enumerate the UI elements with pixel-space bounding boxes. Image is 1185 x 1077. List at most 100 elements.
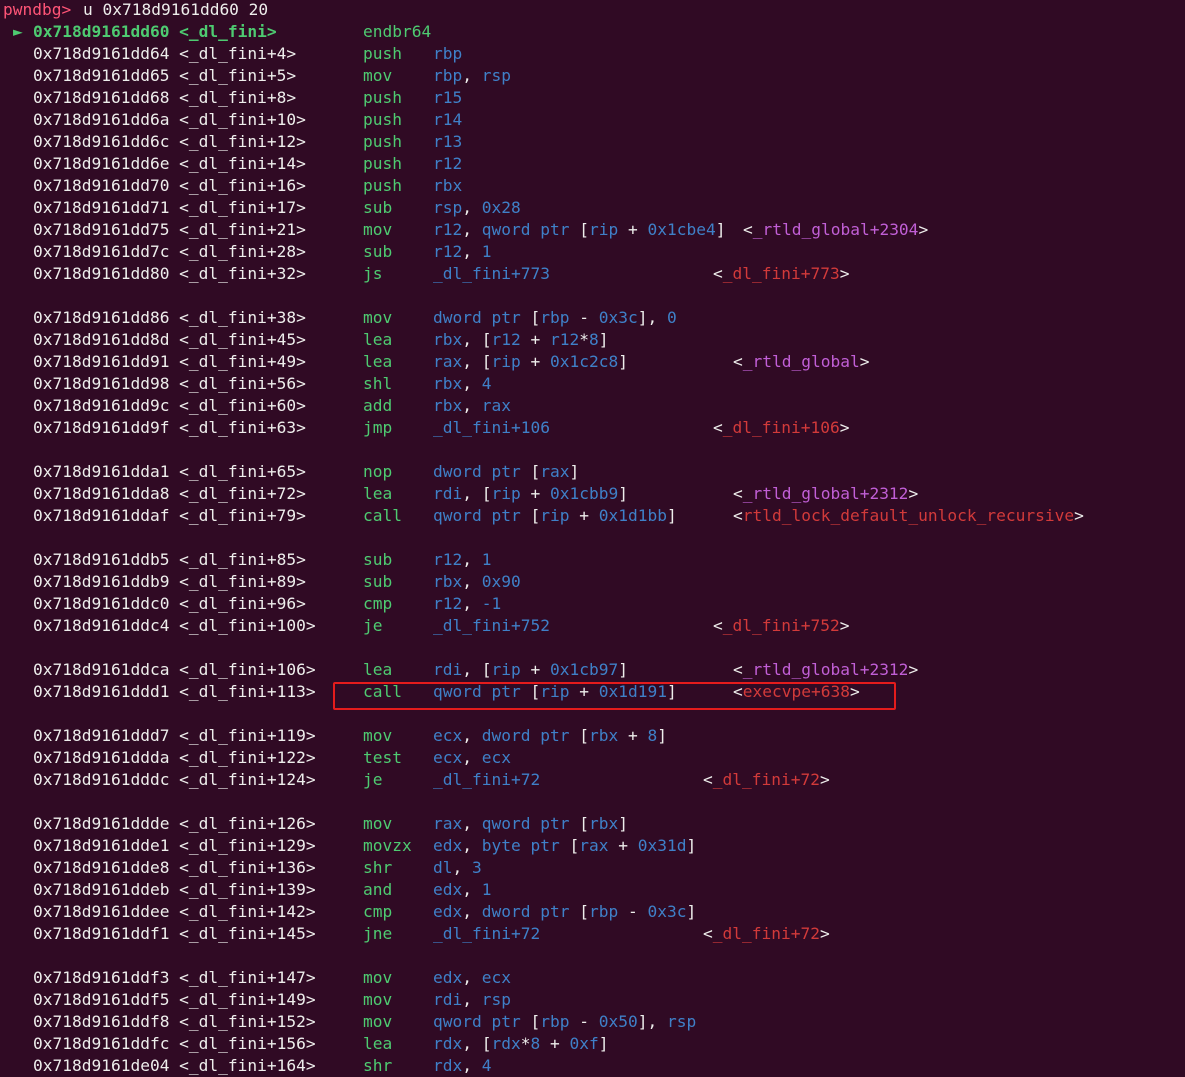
instruction-address: 0x718d9161ddb5 <_dl_fini+85> — [33, 550, 306, 569]
command-text: u 0x718d9161dd60 20 — [83, 0, 269, 19]
disasm-line: 0x718d9161ddda <_dl_fini+122> test ecx, ec… — [0, 747, 1185, 769]
instruction-address: 0x718d9161ddca <_dl_fini+106> — [33, 660, 316, 679]
disasm-line: 0x718d9161dd71 <_dl_fini+17> sub rsp, 0x28 — [0, 197, 1185, 219]
symbol-annotation: <_dl_fini+106> — [713, 418, 850, 437]
instruction-mnemonic: jne — [363, 924, 393, 943]
instruction-mnemonic: mov — [363, 1012, 393, 1031]
symbol-annotation: <_dl_fini+752> — [713, 616, 850, 635]
instruction-mnemonic: je — [363, 770, 383, 789]
symbol-annotation: <_rtld_global> — [733, 352, 870, 371]
disasm-line: 0x718d9161dda1 <_dl_fini+65> nop dword ptr… — [0, 461, 1185, 483]
instruction-operands: edx, 1 — [433, 880, 492, 899]
instruction-operands: rdx, [rdx*8 + 0xf] — [433, 1034, 609, 1053]
instruction-mnemonic: push — [363, 44, 402, 63]
instruction-address: 0x718d9161dd6c <_dl_fini+12> — [33, 132, 306, 151]
instruction-address: 0x718d9161dddc <_dl_fini+124> — [33, 770, 316, 789]
disasm-line: 0x718d9161ddf5 <_dl_fini+149> mov rdi, rsp — [0, 989, 1185, 1011]
disasm-line: 0x718d9161ddb9 <_dl_fini+89> sub rbx, 0x90 — [0, 571, 1185, 593]
instruction-operands: rdi, [rip + 0x1cbb9] — [433, 484, 628, 503]
instruction-address: 0x718d9161dd70 <_dl_fini+16> — [33, 176, 306, 195]
instruction-operands: r12, 1 — [433, 550, 492, 569]
current-instruction-arrow-icon: ► — [13, 22, 23, 41]
instruction-operands: _dl_fini+72 — [433, 770, 541, 789]
instruction-operands: rbx, 4 — [433, 374, 492, 393]
instruction-address: 0x718d9161ddda <_dl_fini+122> — [33, 748, 316, 767]
instruction-mnemonic: lea — [363, 330, 393, 349]
instruction-operands: rbp, rsp — [433, 66, 511, 85]
instruction-mnemonic: push — [363, 176, 402, 195]
instruction-operands: edx, byte ptr [rax + 0x31d] — [433, 836, 697, 855]
instruction-operands: ecx, dword ptr [rbx + 8] — [433, 726, 667, 745]
disasm-line: 0x718d9161ddb5 <_dl_fini+85> sub r12, 1 — [0, 549, 1185, 571]
instruction-operands: r12, qword ptr [rip + 0x1cbe4] — [433, 220, 726, 239]
instruction-address: 0x718d9161dd68 <_dl_fini+8> — [33, 88, 297, 107]
disasm-line: 0x718d9161dd65 <_dl_fini+5> mov rbp, rsp — [0, 65, 1185, 87]
instruction-mnemonic: test — [363, 748, 402, 767]
instruction-operands: rbx, 0x90 — [433, 572, 521, 591]
instruction-mnemonic: push — [363, 154, 402, 173]
instruction-address: 0x718d9161dd7c <_dl_fini+28> — [33, 242, 306, 261]
instruction-mnemonic: sub — [363, 550, 393, 569]
disasm-line: 0x718d9161ddeb <_dl_fini+139> and edx, 1 — [0, 879, 1185, 901]
instruction-address: 0x718d9161dd65 <_dl_fini+5> — [33, 66, 297, 85]
instruction-address: 0x718d9161ddd7 <_dl_fini+119> — [33, 726, 316, 745]
instruction-address: 0x718d9161dde1 <_dl_fini+129> — [33, 836, 316, 855]
disasm-line: 0x718d9161dde1 <_dl_fini+129> movzx edx, b… — [0, 835, 1185, 857]
disasm-line: 0x718d9161dde8 <_dl_fini+136> shr dl, 3 — [0, 857, 1185, 879]
disasm-line: 0x718d9161ddf3 <_dl_fini+147> mov edx, ecx — [0, 967, 1185, 989]
instruction-mnemonic: jmp — [363, 418, 393, 437]
disasm-line: 0x718d9161dda8 <_dl_fini+72> lea rdi, [rip… — [0, 483, 1185, 505]
symbol-annotation: <_dl_fini+72> — [703, 924, 830, 943]
instruction-operands: r13 — [433, 132, 463, 151]
instruction-operands: rbx, rax — [433, 396, 511, 415]
disasm-line: 0x718d9161dd80 <_dl_fini+32> js _dl_fini+7… — [0, 263, 1185, 285]
instruction-operands: dword ptr [rbp - 0x3c], 0 — [433, 308, 677, 327]
disasm-line: 0x718d9161dd75 <_dl_fini+21> mov r12, qwor… — [0, 219, 1185, 241]
instruction-address: 0x718d9161ddc4 <_dl_fini+100> — [33, 616, 316, 635]
instruction-address: 0x718d9161dd86 <_dl_fini+38> — [33, 308, 306, 327]
disasm-line: 0x718d9161ddfc <_dl_fini+156> lea rdx, [rd… — [0, 1033, 1185, 1055]
symbol-annotation: <_rtld_global+2312> — [733, 484, 919, 503]
instruction-operands: edx, dword ptr [rbp - 0x3c] — [433, 902, 697, 921]
instruction-operands: rbx — [433, 176, 463, 195]
instruction-address: 0x718d9161dd71 <_dl_fini+17> — [33, 198, 306, 217]
instruction-address: 0x718d9161dd9c <_dl_fini+60> — [33, 396, 306, 415]
instruction-mnemonic: lea — [363, 484, 393, 503]
instruction-mnemonic: endbr64 — [363, 22, 432, 41]
disasm-line: 0x718d9161dd8d <_dl_fini+45> lea rbx, [r12… — [0, 329, 1185, 351]
instruction-operands: r12, -1 — [433, 594, 502, 613]
instruction-operands: rbp — [433, 44, 463, 63]
instruction-operands: rax, qword ptr [rbx] — [433, 814, 628, 833]
instruction-mnemonic: je — [363, 616, 383, 635]
instruction-address: 0x718d9161ddf5 <_dl_fini+149> — [33, 990, 316, 1009]
instruction-mnemonic: mov — [363, 990, 393, 1009]
instruction-operands: ecx, ecx — [433, 748, 511, 767]
disasm-line: 0x718d9161dd98 <_dl_fini+56> shl rbx, 4 — [0, 373, 1185, 395]
disasm-line: 0x718d9161ddf1 <_dl_fini+145> jne _dl_fini… — [0, 923, 1185, 945]
instruction-mnemonic: mov — [363, 726, 393, 745]
instruction-mnemonic: cmp — [363, 594, 393, 613]
instruction-address: 0x718d9161dd75 <_dl_fini+21> — [33, 220, 306, 239]
instruction-mnemonic: push — [363, 110, 402, 129]
disasm-line: 0x718d9161dd70 <_dl_fini+16> push rbx — [0, 175, 1185, 197]
instruction-operands: rbx, [r12 + r12*8] — [433, 330, 609, 349]
disasm-line: ► 0x718d9161dd60 <_dl_fini> endbr64 — [0, 21, 1185, 43]
instruction-operands: _dl_fini+773 — [433, 264, 550, 283]
instruction-mnemonic: lea — [363, 660, 393, 679]
instruction-address: 0x718d9161dda1 <_dl_fini+65> — [33, 462, 306, 481]
instruction-operands: dl, 3 — [433, 858, 482, 877]
instruction-operands: _dl_fini+752 — [433, 616, 550, 635]
symbol-annotation: <_dl_fini+72> — [703, 770, 830, 789]
instruction-mnemonic: lea — [363, 1034, 393, 1053]
instruction-address: 0x718d9161dde8 <_dl_fini+136> — [33, 858, 316, 877]
instruction-address: 0x718d9161ddd1 <_dl_fini+113> — [33, 682, 316, 701]
highlight-box — [333, 682, 896, 710]
instruction-mnemonic: nop — [363, 462, 393, 481]
disasm-line: 0x718d9161ddde <_dl_fini+126> mov rax, qwo… — [0, 813, 1185, 835]
instruction-operands: rax, [rip + 0x1c2c8] — [433, 352, 628, 371]
instruction-operands: _dl_fini+106 — [433, 418, 550, 437]
symbol-annotation: <_rtld_global+2312> — [733, 660, 919, 679]
symbol-annotation: <_rtld_global+2304> — [743, 220, 929, 239]
terminal-window[interactable]: pwndbg> u 0x718d9161dd60 20 ► 0x718d9161d… — [0, 0, 1185, 1076]
instruction-address: 0x718d9161dd9f <_dl_fini+63> — [33, 418, 306, 437]
